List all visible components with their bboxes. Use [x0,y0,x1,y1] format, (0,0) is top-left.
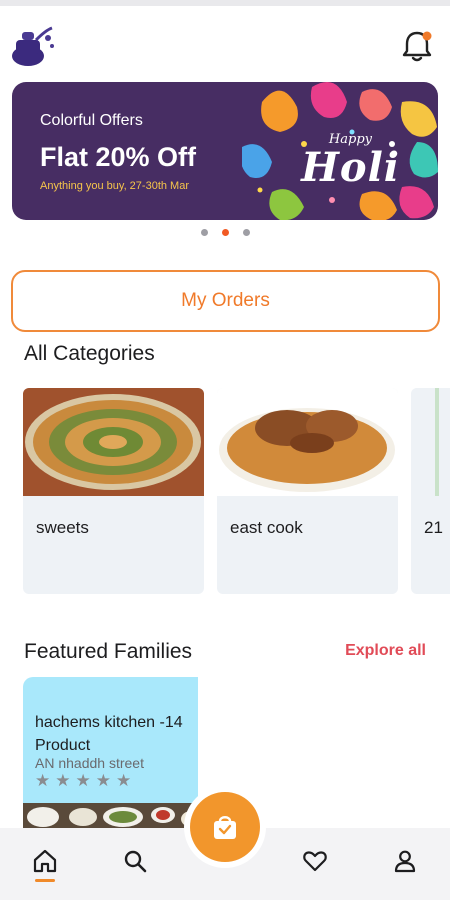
carousel-dot-active[interactable] [221,229,229,236]
category-label: sweets [36,518,89,537]
bell-icon[interactable] [400,28,434,64]
star-icon: ★ [55,771,71,790]
cart-button[interactable] [190,792,260,862]
featured-families-title: Featured Families [24,640,193,663]
category-card-partial[interactable]: 21 [411,388,450,594]
category-image [411,388,450,496]
notification-badge [422,31,432,41]
carousel-dot[interactable] [242,229,250,236]
star-icon: ★ [75,771,91,790]
sweets-image [23,388,204,496]
star-icon: ★ [95,771,111,790]
family-location: AN nhaddh street [35,755,144,771]
kitchen-logo-icon[interactable] [10,26,56,68]
categories-title: All Categories [24,342,155,365]
heart-icon[interactable] [302,848,328,874]
status-bar [0,0,450,6]
star-icon: ★ [116,771,132,790]
rating-stars: ★ ★ ★ ★ ★ [35,771,131,791]
carousel-indicator [0,229,450,237]
category-label: 21 [424,518,443,537]
home-icon[interactable] [32,848,58,874]
holi-word-text: Holi [301,144,400,191]
category-card-east-cook[interactable]: east cook [217,388,398,594]
category-label: east cook [230,518,303,537]
star-icon: ★ [35,771,51,790]
carousel-dot[interactable] [200,229,208,236]
east-cook-image [217,388,398,496]
promo-banner[interactable]: Colorful Offers Flat 20% Off Anything yo… [12,82,438,220]
search-icon[interactable] [122,848,148,874]
app-header [0,22,450,72]
person-icon[interactable] [392,848,418,874]
banner-subtext: Anything you buy, 27-30th Mar [40,180,189,192]
cart-icon [214,816,236,839]
banner-headline: Flat 20% Off [40,142,197,172]
family-name: hachems kitchen -14 Product [35,714,183,754]
explore-all-link[interactable]: Explore all [345,642,426,660]
my-orders-button[interactable]: My Orders [11,270,440,332]
family-card[interactable]: hachems kitchen -14 Product AN nhaddh st… [23,677,198,837]
category-card-sweets[interactable]: sweets [23,388,204,594]
banner-kicker: Colorful Offers [40,112,143,129]
active-tab-indicator [35,879,55,882]
